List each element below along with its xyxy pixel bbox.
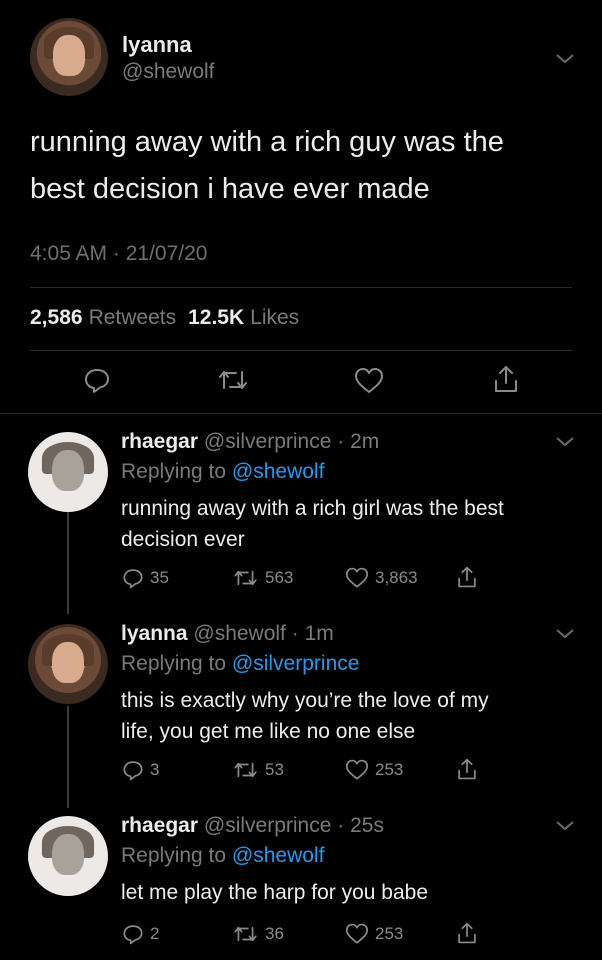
likes-label[interactable]: Likes [250,306,299,330]
like-count: 253 [375,760,404,779]
share-icon [495,366,517,392]
retweet-button[interactable] [216,366,250,394]
like-button[interactable]: 253 [345,759,403,781]
reply-icon [123,925,143,945]
replying-to-link[interactable]: @shewolf [232,844,325,867]
replying-to-link[interactable]: @silverprince [232,652,360,675]
reply-text-line1: this is exactly why you’re the love of m… [121,689,489,712]
reply-text-line1: let me play the harp for you babe [121,881,429,904]
like-count: 253 [375,924,404,943]
like-button[interactable]: 253 [345,923,403,945]
tweet-text-line1: running away with a rich guy was the [30,126,504,158]
reply-text-line1: running away with a rich girl was the be… [121,497,504,520]
retweets-count[interactable]: 2,586 [30,306,83,330]
share-icon [458,758,476,780]
reply-text-line2: decision ever [121,528,245,551]
avatar-face [52,833,84,876]
reply-icon [123,569,143,589]
reply-header: rhaegar @silverprince · 25s [121,814,384,838]
avatar-face [52,449,84,492]
user-handle[interactable]: @silverprince [204,814,332,837]
retweet-count: 36 [265,924,284,943]
display-name[interactable]: lyanna [121,622,188,645]
tweet-text-line2: best decision i have ever made [30,173,430,205]
like-count: 3,863 [375,568,418,587]
retweets-label[interactable]: Retweets [89,306,177,330]
reply-button[interactable]: 35 [122,567,169,589]
display-name[interactable]: rhaegar [121,814,198,837]
avatar[interactable] [28,816,108,896]
reply-count: 3 [150,760,160,779]
replying-to: Replying to @shewolf [121,460,324,484]
retweet-count: 53 [265,760,284,779]
divider [30,350,572,351]
replying-label: Replying to [121,652,227,675]
heart-icon [345,759,369,780]
like-button[interactable]: 3,863 [345,567,418,589]
retweet-button[interactable]: 53 [232,759,284,781]
divider [0,413,602,414]
retweet-icon [234,570,257,586]
tweet-timestamp[interactable]: 4:05 AM · 21/07/20 [30,242,207,266]
replying-to: Replying to @silverprince [121,652,359,676]
replying-label: Replying to [121,844,227,867]
chevron-down-icon[interactable] [554,435,576,449]
reply-icon [123,761,143,781]
retweet-button[interactable]: 563 [232,567,293,589]
display-name[interactable]: lyanna [122,32,192,58]
heart-icon [345,923,369,944]
avatar[interactable] [28,624,108,704]
reply-header: lyanna @shewolf · 1m [121,622,334,646]
chevron-down-icon[interactable] [554,627,576,641]
retweet-icon [219,371,247,389]
heart-icon [355,368,383,393]
avatar-face [52,641,84,684]
like-button[interactable] [354,367,384,395]
engagement-stats: 2,586 Retweets 12.5K Likes [30,306,299,330]
user-handle[interactable]: @silverprince [204,430,332,453]
share-icon [458,922,476,944]
user-handle[interactable]: @shewolf [193,622,286,645]
divider [30,287,572,288]
reply-text-line2: life, you get me like no one else [121,720,416,743]
share-button[interactable] [456,757,478,781]
retweet-icon [234,762,257,778]
reply-time[interactable]: · 2m [337,430,379,453]
retweet-button[interactable]: 36 [232,923,284,945]
reply-count: 2 [150,924,160,943]
replying-to-link[interactable]: @shewolf [232,460,325,483]
reply-header: rhaegar @silverprince · 2m [121,430,379,454]
chevron-down-icon[interactable] [554,819,576,833]
heart-icon [345,567,369,588]
retweet-icon [234,926,257,942]
display-name[interactable]: rhaegar [121,430,198,453]
thread-line [67,706,69,808]
reply-button[interactable]: 3 [122,759,159,781]
avatar[interactable] [30,18,108,96]
reply-time[interactable]: · 1m [292,622,334,645]
retweet-count: 563 [265,568,294,587]
share-button[interactable] [456,921,478,945]
user-handle[interactable]: @shewolf [122,60,215,84]
share-button[interactable] [456,565,478,589]
reply-icon [85,369,109,393]
share-icon [458,566,476,588]
likes-count[interactable]: 12.5K [188,306,244,330]
thread-line [67,512,69,614]
avatar-face [53,35,85,76]
reply-count: 35 [150,568,169,587]
reply-button[interactable] [83,366,111,394]
reply-time[interactable]: · 25s [337,814,384,837]
replying-to: Replying to @shewolf [121,844,324,868]
replying-label: Replying to [121,460,227,483]
avatar[interactable] [28,432,108,512]
reply-button[interactable]: 2 [122,923,159,945]
share-button[interactable] [492,364,520,394]
chevron-down-icon[interactable] [554,52,576,66]
